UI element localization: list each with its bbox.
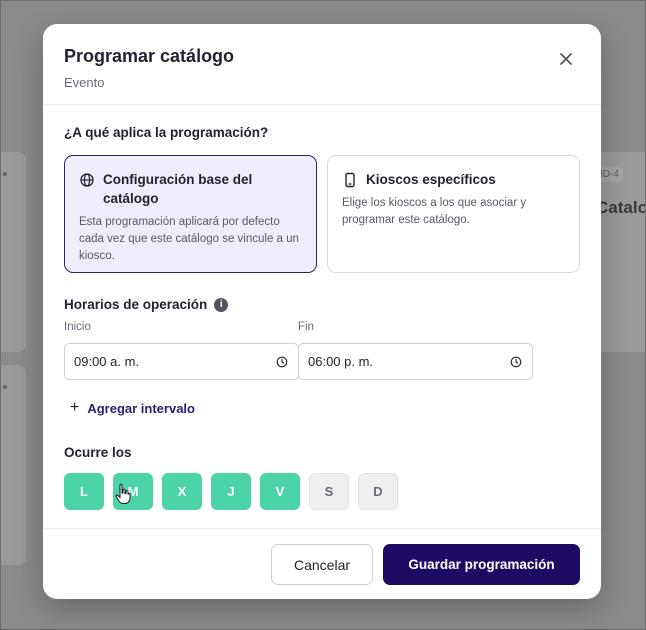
clock-icon[interactable] (276, 356, 288, 368)
background-dot (3, 172, 7, 176)
schedule-label-text: Horarios de operación (64, 297, 208, 312)
day-toggle-s[interactable]: S (309, 473, 349, 510)
day-toggle-d[interactable]: D (358, 473, 398, 510)
modal-header: Programar catálogo Evento (43, 24, 601, 105)
option-title: Configuración base del catálogo (103, 172, 253, 206)
day-toggle-j[interactable]: J (211, 473, 251, 510)
days-label: Ocurre los (64, 445, 132, 460)
day-toggle-v[interactable]: V (260, 473, 300, 510)
day-toggle-x[interactable]: X (162, 473, 202, 510)
start-time-value: 09:00 a. m. (74, 354, 140, 369)
option-title: Kioscos específicos (366, 172, 496, 187)
close-icon[interactable] (557, 50, 575, 68)
start-time-input[interactable]: 09:00 a. m. (64, 343, 299, 380)
schedule-catalog-modal: Programar catálogo Evento ¿A qué aplica … (43, 24, 601, 599)
hand-cursor-icon (115, 483, 131, 504)
option-description: Esta programación aplicará por defecto c… (79, 216, 299, 262)
kiosk-icon (345, 172, 355, 188)
modal-subtitle: Evento (64, 75, 105, 90)
end-time-input[interactable]: 06:00 p. m. (298, 343, 533, 380)
option-base-config[interactable]: Configuración base del catálogo Esta pro… (64, 155, 317, 273)
schedule-label: Horarios de operación i (64, 297, 229, 312)
option-specific-kiosks[interactable]: Kioscos específicos Elige los kioscos a … (327, 155, 580, 273)
info-icon[interactable]: i (214, 297, 229, 312)
start-label: Inicio (64, 321, 91, 333)
background-dot (3, 385, 7, 389)
add-interval-label: Agregar intervalo (87, 400, 195, 416)
clock-icon[interactable] (510, 356, 522, 368)
plus-icon: + (70, 399, 80, 416)
modal-footer: Cancelar Guardar programación (43, 528, 601, 599)
background-title: Catalo (596, 198, 646, 217)
end-label: Fin (298, 321, 314, 333)
add-interval-button[interactable]: + Agregar intervalo (70, 399, 195, 417)
apply-question: ¿A qué aplica la programación? (64, 125, 269, 140)
cancel-button[interactable]: Cancelar (271, 544, 373, 585)
save-schedule-button[interactable]: Guardar programación (383, 544, 580, 585)
globe-icon (80, 173, 94, 187)
background-card (0, 365, 26, 565)
option-description: Elige los kioscos a los que asociar y pr… (342, 197, 527, 226)
modal-title: Programar catálogo (64, 46, 235, 66)
background-card (0, 152, 26, 352)
day-toggle-l[interactable]: L (64, 473, 104, 510)
end-time-value: 06:00 p. m. (308, 354, 374, 369)
